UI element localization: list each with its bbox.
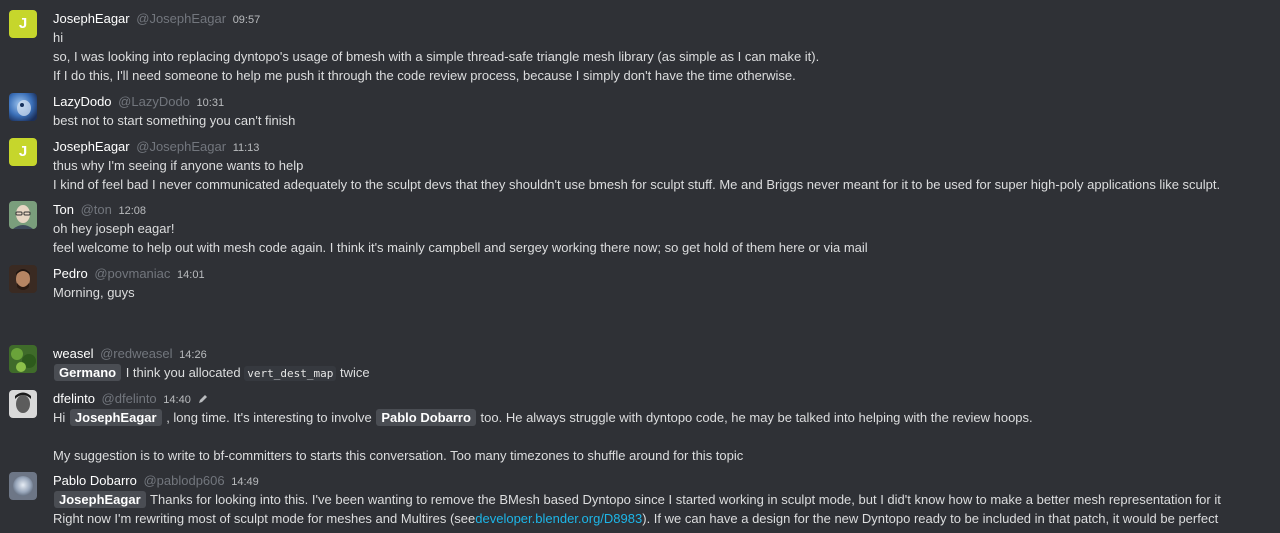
timestamp: 14:40 xyxy=(163,394,191,406)
message-text: best not to start something you can't fi… xyxy=(53,113,296,128)
message-text: hi xyxy=(53,30,64,45)
username[interactable]: LazyDodo xyxy=(53,94,112,109)
lazydodo-avatar-icon xyxy=(9,93,37,121)
message-text-segment: Right now I'm rewriting most of sculpt m… xyxy=(53,511,476,526)
message-text-segment: too. He always struggle with dyntopo cod… xyxy=(480,410,1033,425)
message-header: JosephEagar @JosephEagar 09:57 xyxy=(53,10,1260,28)
user-mention[interactable]: JosephEagar xyxy=(54,491,146,508)
weasel-avatar-icon xyxy=(9,345,37,373)
message-text: If I do this, I'll need someone to help … xyxy=(53,68,796,83)
message-header: dfelinto @dfelinto 14:40 xyxy=(53,390,1260,408)
message-text: I kind of feel bad I never communicated … xyxy=(53,177,1221,192)
username[interactable]: Pablo Dobarro xyxy=(53,473,137,488)
pedro-avatar-icon xyxy=(9,265,37,293)
avatar[interactable] xyxy=(9,345,37,373)
user-handle[interactable]: @ton xyxy=(81,202,112,217)
user-mention[interactable]: Germano xyxy=(54,364,122,381)
avatar[interactable] xyxy=(9,390,37,418)
ton-avatar-icon xyxy=(9,201,37,229)
avatar[interactable] xyxy=(9,201,37,229)
username[interactable]: Pedro xyxy=(53,266,88,281)
username[interactable]: dfelinto xyxy=(53,391,95,406)
message-header: weasel @redweasel 14:26 xyxy=(53,345,1260,363)
timestamp: 11:13 xyxy=(232,142,260,154)
user-mention[interactable]: JosephEagar xyxy=(69,409,162,426)
username[interactable]: Ton xyxy=(53,202,74,217)
message-header: Ton @ton 12:08 xyxy=(53,201,1260,219)
message-text-segment: twice xyxy=(339,365,370,380)
message-header: JosephEagar @JosephEagar 11:13 xyxy=(53,138,1260,156)
message-text: so, I was looking into replacing dyntopo… xyxy=(53,49,820,64)
message-header: Pedro @povmaniac 14:01 xyxy=(53,265,1260,283)
avatar[interactable]: J xyxy=(9,10,37,38)
message-text-segment: Hi xyxy=(53,410,66,425)
user-handle[interactable]: @JosephEagar xyxy=(136,139,226,154)
pencil-icon[interactable] xyxy=(198,391,208,409)
username[interactable]: JosephEagar xyxy=(53,11,130,26)
user-handle[interactable]: @redweasel xyxy=(100,346,172,361)
message-text: Right now I'm rewriting most of sculpt m… xyxy=(53,509,1260,528)
message-link[interactable]: developer.blender.org/D8983 xyxy=(475,511,642,526)
message-text: JosephEagar Thanks for looking into this… xyxy=(53,490,1260,509)
avatar[interactable]: J xyxy=(9,138,37,166)
message-text: My suggestion is to write to bf-committe… xyxy=(53,448,744,463)
message-text-segment: I think you allocated xyxy=(125,365,241,380)
timestamp: 14:26 xyxy=(179,349,207,361)
timestamp: 12:08 xyxy=(118,205,147,217)
avatar[interactable] xyxy=(9,472,37,500)
inline-code: vert_dest_map xyxy=(244,366,337,381)
message-header: Pablo Dobarro @pablodp606 14:49 xyxy=(53,472,1260,490)
user-handle[interactable]: @LazyDodo xyxy=(118,94,190,109)
message-text: thus why I'm seeing if anyone wants to h… xyxy=(53,158,304,173)
message-header: LazyDodo @LazyDodo 10:31 xyxy=(53,93,1260,111)
message-text: Hi JosephEagar , long time. It's interes… xyxy=(53,408,1260,427)
message-text-segment: ). If we can have a design for the new D… xyxy=(642,511,1219,526)
dfelinto-avatar-icon xyxy=(9,390,37,418)
timestamp: 09:57 xyxy=(232,14,261,26)
user-handle[interactable]: @JosephEagar xyxy=(136,11,226,26)
message-text-segment: , long time. It's interesting to involve xyxy=(166,410,372,425)
timestamp: 14:49 xyxy=(231,476,259,488)
timestamp: 10:31 xyxy=(196,97,225,109)
chat-message-list: J JosephEagar @JosephEagar 09:57 hi so, … xyxy=(0,0,1280,533)
timestamp: 14:01 xyxy=(177,269,205,281)
avatar[interactable] xyxy=(9,265,37,293)
username[interactable]: JosephEagar xyxy=(53,139,130,154)
pablo-avatar-icon xyxy=(9,472,37,500)
message-text: Morning, guys xyxy=(53,285,135,300)
message-text: Germano I think you allocated vert_dest_… xyxy=(53,363,1260,383)
message-text: feel welcome to help out with mesh code … xyxy=(53,240,868,255)
user-handle[interactable]: @povmaniac xyxy=(94,266,170,281)
message-text-segment: Thanks for looking into this. I've been … xyxy=(150,492,1221,507)
avatar[interactable] xyxy=(9,93,37,121)
user-mention[interactable]: Pablo Dobarro xyxy=(376,409,476,426)
user-handle[interactable]: @pablodp606 xyxy=(143,473,224,488)
user-handle[interactable]: @dfelinto xyxy=(102,391,157,406)
username[interactable]: weasel xyxy=(53,346,93,361)
message-text: oh hey joseph eagar! xyxy=(53,221,175,236)
